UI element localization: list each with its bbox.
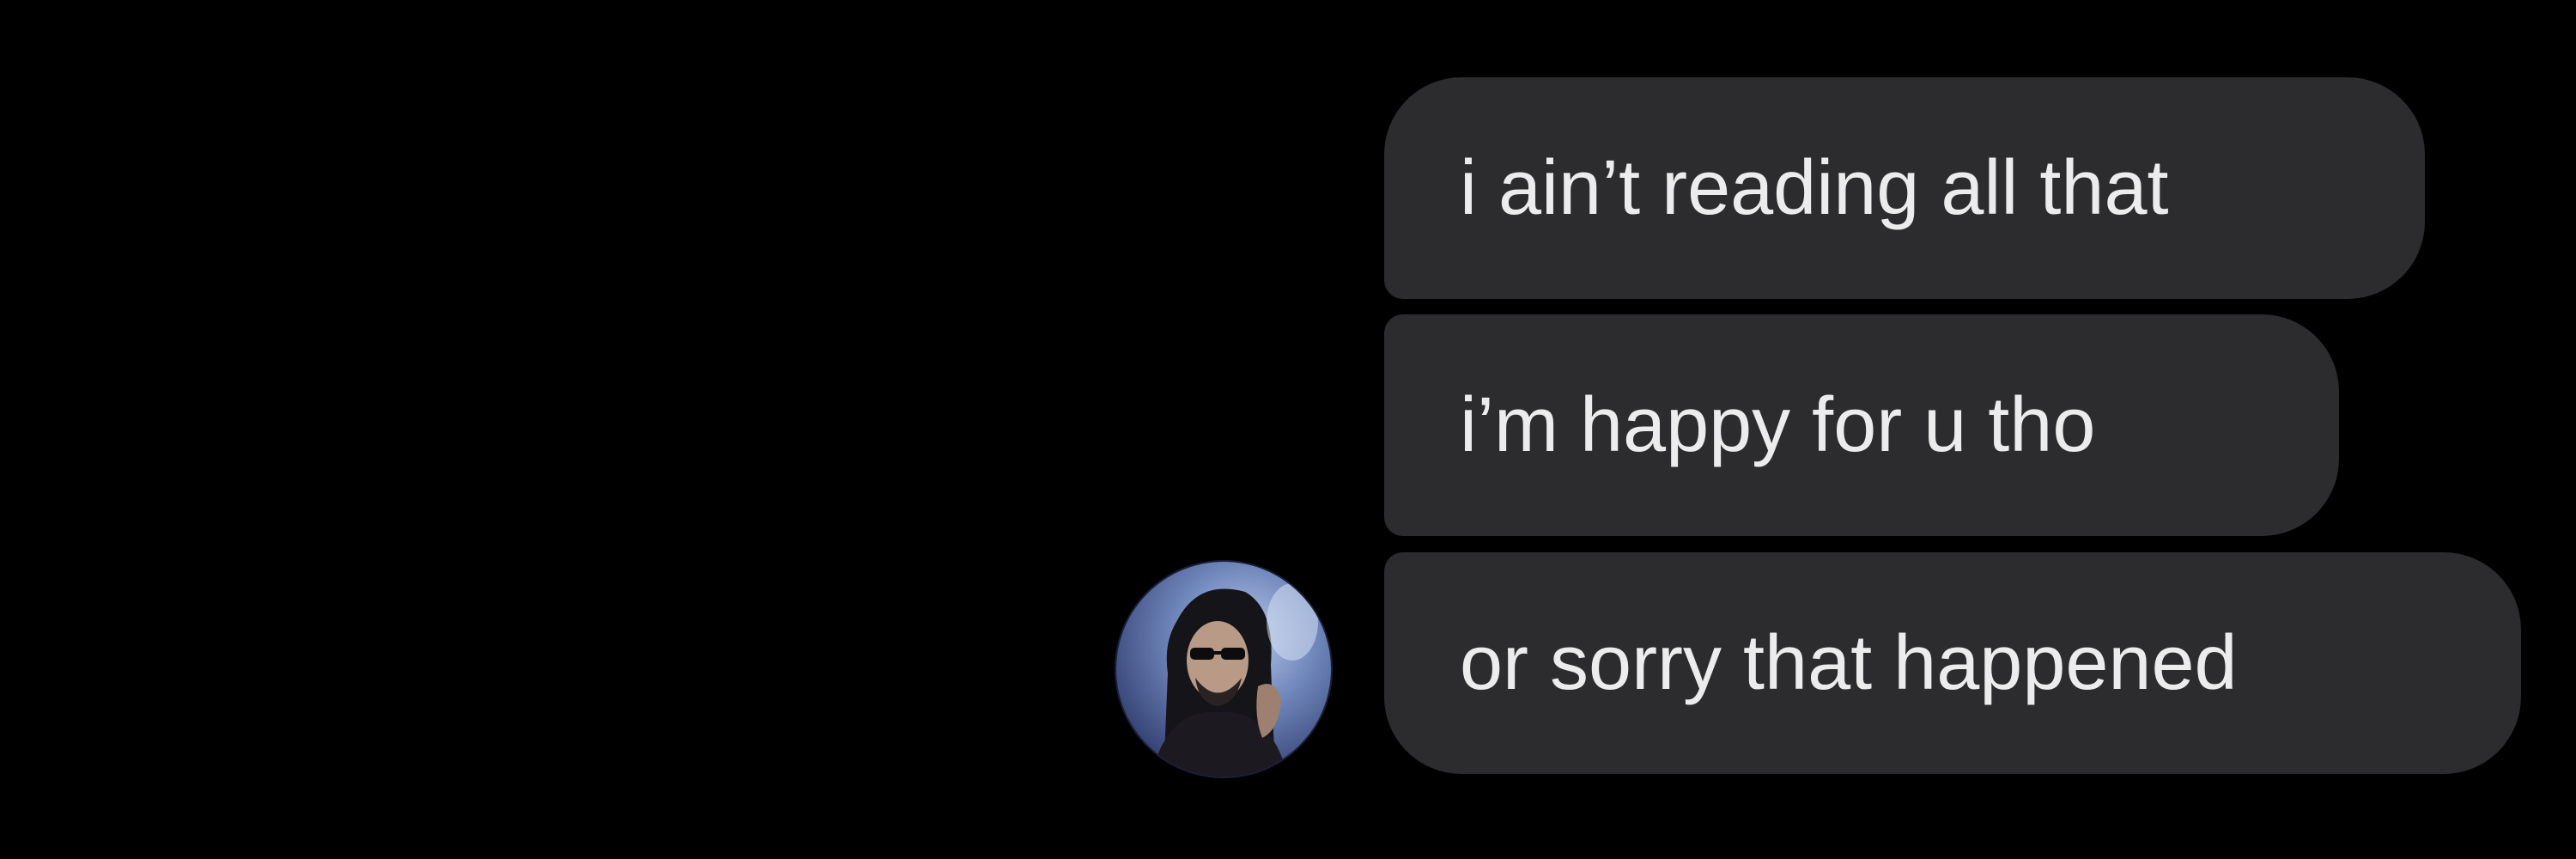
sender-avatar[interactable]: [1116, 562, 1331, 777]
message-bubble[interactable]: i’m happy for u tho: [1384, 314, 2339, 536]
message-text: or sorry that happened: [1460, 620, 2238, 706]
message-text: i’m happy for u tho: [1460, 382, 2096, 468]
message-bubble[interactable]: or sorry that happened: [1384, 552, 2521, 774]
message-text: i ain’t reading all that: [1460, 145, 2169, 231]
avatar-photo-icon: [1116, 562, 1331, 777]
chat-thread: i ain’t reading all that i’m happy for u…: [0, 0, 2576, 859]
message-bubble[interactable]: i ain’t reading all that: [1384, 77, 2425, 299]
